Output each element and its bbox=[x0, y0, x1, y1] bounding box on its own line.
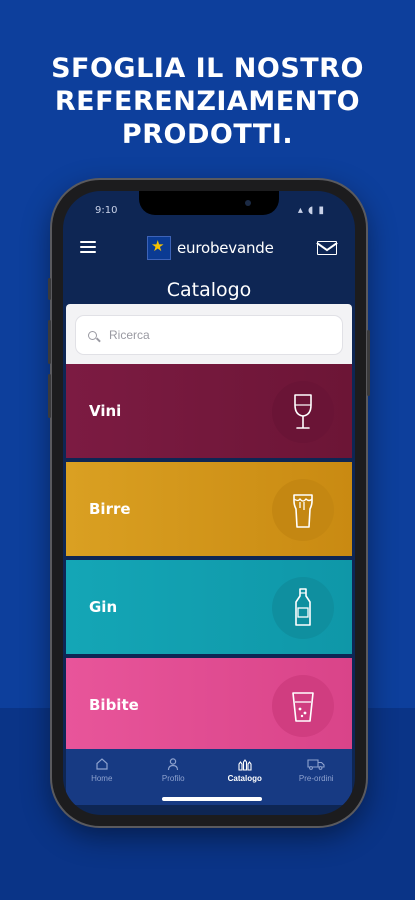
brand-name: eurobevande bbox=[177, 239, 274, 257]
mail-icon[interactable] bbox=[317, 241, 337, 255]
gin-bottle-icon bbox=[272, 577, 334, 639]
bottom-tab-bar: Home Profilo Catalogo Pre-ordini bbox=[66, 749, 352, 805]
tab-label: Profilo bbox=[161, 774, 185, 783]
phone-frame: 9:10 ▴ ◖ ▮ ★ eurobevande Catalogo Vini bbox=[48, 180, 370, 826]
app-bar: ★ eurobevande bbox=[63, 231, 355, 271]
category-card-gin[interactable]: Gin bbox=[66, 560, 352, 654]
status-icons: ▴ ◖ ▮ bbox=[297, 205, 325, 216]
power-button bbox=[367, 330, 370, 396]
tab-pre-ordini[interactable]: Pre-ordini bbox=[286, 757, 346, 783]
tab-catalogo[interactable]: Catalogo bbox=[215, 757, 275, 783]
phone-screen: 9:10 ▴ ◖ ▮ ★ eurobevande Catalogo Vini bbox=[63, 191, 355, 815]
status-time: 9:10 bbox=[95, 205, 118, 216]
catalog-icon bbox=[238, 759, 252, 771]
truck-icon bbox=[307, 759, 325, 770]
headline-line-3: PRODOTTI. bbox=[121, 119, 294, 150]
profile-icon bbox=[168, 758, 179, 771]
page-title: Catalogo bbox=[166, 279, 252, 301]
category-list: Vini Birre Gin Bibite bbox=[66, 364, 352, 756]
category-card-birre[interactable]: Birre bbox=[66, 462, 352, 556]
tab-label: Home bbox=[91, 774, 113, 783]
promo-headline: SFOGLIA IL NOSTRO REFERENZIAMENTO PRODOT… bbox=[0, 52, 415, 151]
search-area bbox=[66, 304, 352, 364]
camera bbox=[245, 200, 251, 206]
search-input[interactable] bbox=[107, 327, 311, 343]
tab-label: Catalogo bbox=[227, 774, 262, 783]
headline-line-1: SFOGLIA IL NOSTRO bbox=[51, 53, 364, 84]
home-icon bbox=[96, 758, 108, 770]
home-indicator bbox=[162, 797, 262, 801]
category-card-vini[interactable]: Vini bbox=[66, 364, 352, 458]
volume-up-button bbox=[48, 320, 51, 364]
category-label: Gin bbox=[89, 598, 118, 616]
tab-profilo[interactable]: Profilo bbox=[143, 757, 203, 783]
menu-icon[interactable] bbox=[80, 241, 96, 255]
beer-glass-icon bbox=[272, 479, 334, 541]
tab-home[interactable]: Home bbox=[72, 757, 132, 783]
soft-drink-glass-icon bbox=[272, 675, 334, 737]
search-bar[interactable] bbox=[75, 315, 343, 355]
volume-down-button bbox=[48, 374, 51, 418]
tab-label: Pre-ordini bbox=[298, 774, 334, 783]
notch bbox=[139, 191, 279, 215]
brand-logo: ★ eurobevande bbox=[147, 235, 274, 261]
search-icon bbox=[88, 330, 97, 340]
category-card-bibite[interactable]: Bibite bbox=[66, 658, 352, 752]
category-label: Vini bbox=[89, 402, 122, 420]
mute-switch bbox=[48, 278, 51, 300]
headline-line-2: REFERENZIAMENTO bbox=[54, 86, 361, 117]
wine-glass-icon bbox=[272, 381, 334, 443]
category-label: Bibite bbox=[89, 696, 139, 714]
logo-star-icon: ★ bbox=[147, 236, 171, 260]
category-label: Birre bbox=[89, 500, 131, 518]
